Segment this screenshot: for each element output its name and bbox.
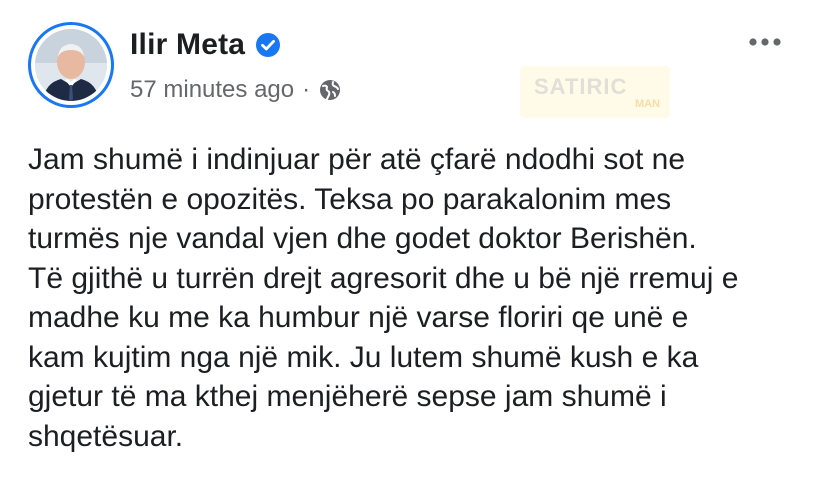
post-timestamp[interactable]: 57 minutes ago xyxy=(130,76,294,104)
post-text: Jam shumë i indinjuar për atë çfarë ndod… xyxy=(28,143,739,453)
meta-separator: · xyxy=(302,76,311,103)
watermark-text: SATIRIC xyxy=(534,74,628,99)
watermark-logo: SATIRIC MAN xyxy=(520,66,670,118)
more-options-icon[interactable] xyxy=(745,30,785,54)
facebook-post: Ilir Meta 57 minutes ago · SATIRIC MAN J… xyxy=(0,0,823,500)
author-avatar[interactable] xyxy=(28,22,114,108)
post-meta: 57 minutes ago · xyxy=(130,76,342,104)
globe-icon[interactable] xyxy=(318,78,342,102)
profile-photo-illustration xyxy=(35,29,107,101)
verified-badge-icon xyxy=(255,32,281,58)
post-header: Ilir Meta 57 minutes ago · SATIRIC MAN xyxy=(28,22,823,122)
author-name[interactable]: Ilir Meta xyxy=(130,28,245,62)
watermark-sub: MAN xyxy=(634,98,660,110)
profile-photo xyxy=(35,29,107,101)
author-line: Ilir Meta xyxy=(130,28,281,62)
